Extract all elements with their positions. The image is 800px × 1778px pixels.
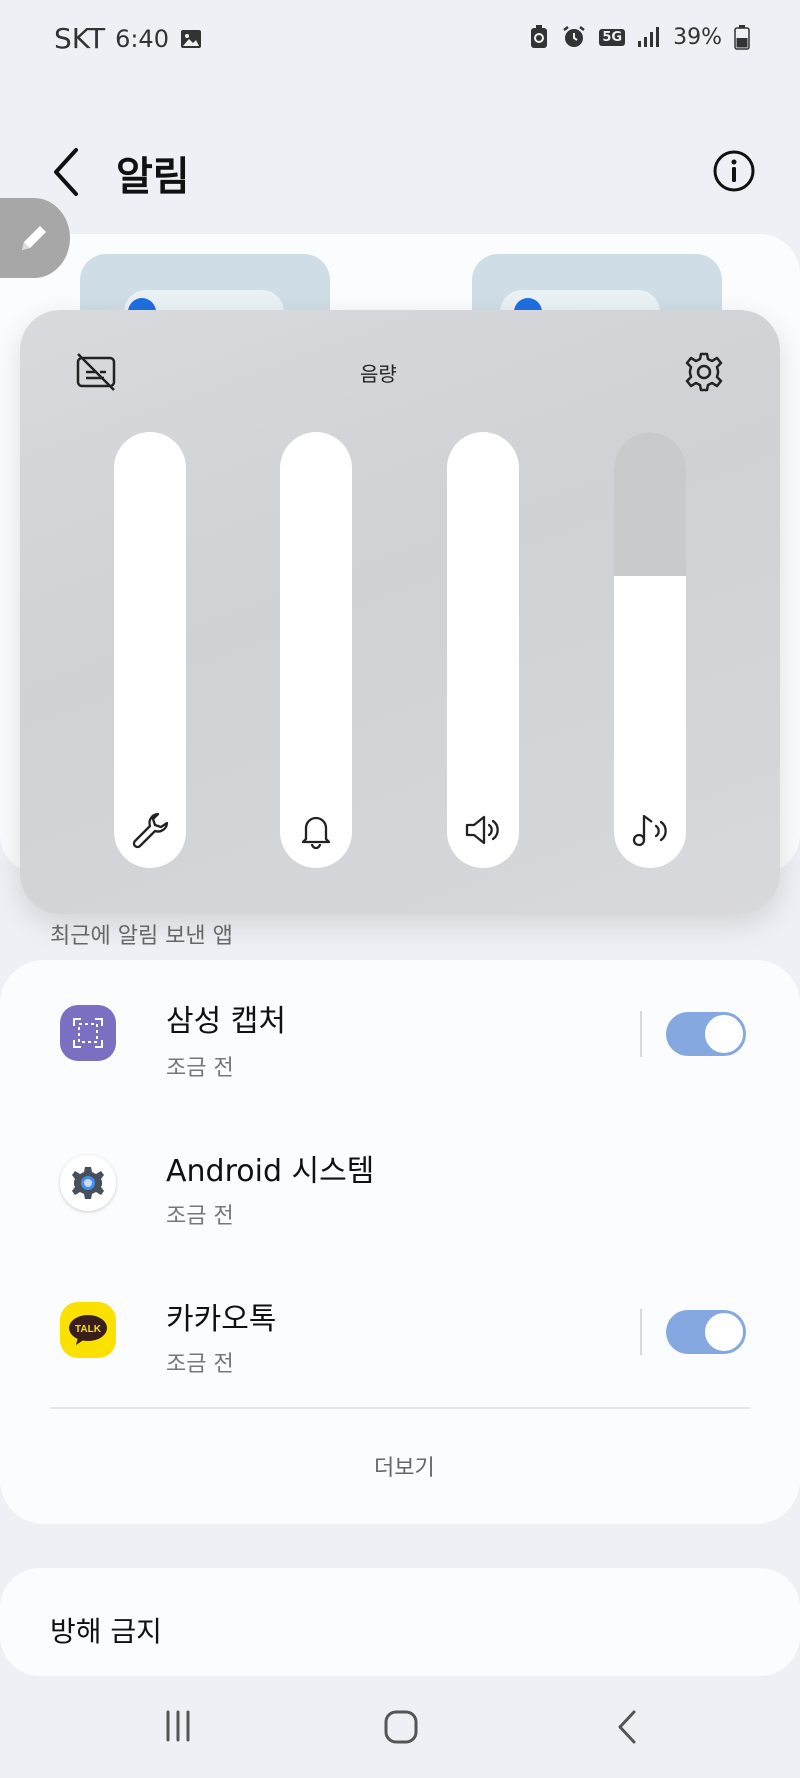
kakaotalk-toggle[interactable] <box>666 1310 746 1354</box>
system-volume-slider[interactable] <box>114 432 186 868</box>
kakaotalk-icon-label: TALK <box>75 1324 102 1335</box>
network-type-badge: 5G <box>599 28 626 46</box>
wrench-icon <box>132 812 169 849</box>
do-not-disturb-label: 방해 금지 <box>50 1615 162 1648</box>
samsung-capture-icon <box>60 1005 116 1061</box>
status-left: SKT 6:40 <box>54 22 203 55</box>
app-name: 삼성 캡처 <box>166 1004 286 1039</box>
signal-strength-icon <box>638 27 660 47</box>
toggle-knob <box>704 1014 744 1054</box>
media-volume-slider[interactable] <box>614 432 686 868</box>
volume-panel-title: 음량 <box>360 362 397 386</box>
app-name: 카카오톡 <box>166 1302 277 1337</box>
list-divider <box>50 1407 750 1409</box>
back-arrow-icon[interactable] <box>46 144 86 200</box>
home-nav-icon[interactable] <box>382 1708 420 1746</box>
ringtone-volume-slider[interactable] <box>447 432 519 868</box>
alarm-icon <box>563 26 586 47</box>
battery-saver-icon <box>531 25 548 48</box>
divider <box>640 1011 642 1057</box>
gallery-notification-icon <box>180 29 201 48</box>
pencil-icon <box>22 226 46 250</box>
list-item-android-system[interactable] <box>0 1130 800 1260</box>
slider-empty-track <box>614 432 686 576</box>
recent-apps-section-label: 최근에 알림 보낸 앱 <box>50 924 233 949</box>
kakaotalk-icon: TALK <box>60 1302 116 1358</box>
clock: 6:40 <box>115 24 169 53</box>
live-caption-off-icon[interactable] <box>74 350 118 394</box>
samsung-capture-toggle[interactable] <box>666 1012 746 1056</box>
status-bar: SKT 6:40 5G 39% <box>0 0 800 84</box>
divider <box>640 1309 642 1355</box>
page-title: 알림 <box>116 154 190 200</box>
app-time: 조금 전 <box>166 1204 234 1229</box>
android-system-gear-icon <box>60 1155 116 1211</box>
recent-apps-nav-icon[interactable] <box>160 1708 196 1744</box>
info-icon[interactable] <box>712 149 756 193</box>
music-note-icon <box>632 814 667 847</box>
app-name: Android 시스템 <box>166 1154 375 1189</box>
more-button[interactable]: 더보기 <box>374 1450 435 1482</box>
app-time: 조금 전 <box>166 1352 234 1377</box>
battery-icon <box>734 25 750 50</box>
settings-gear-icon[interactable] <box>682 350 726 394</box>
toggle-knob <box>704 1312 744 1352</box>
back-nav-icon[interactable] <box>612 1708 642 1746</box>
list-item-samsung-capture[interactable] <box>0 990 800 1120</box>
carrier-label: SKT <box>54 22 106 55</box>
bell-icon <box>301 816 331 850</box>
notification-volume-slider[interactable] <box>280 432 352 868</box>
status-right: 5G 39% <box>529 24 750 50</box>
app-time: 조금 전 <box>166 1056 234 1081</box>
battery-percent: 39% <box>673 24 722 50</box>
navigation-bar <box>0 1684 800 1778</box>
edit-button[interactable] <box>0 198 70 278</box>
speaker-icon <box>465 815 499 845</box>
